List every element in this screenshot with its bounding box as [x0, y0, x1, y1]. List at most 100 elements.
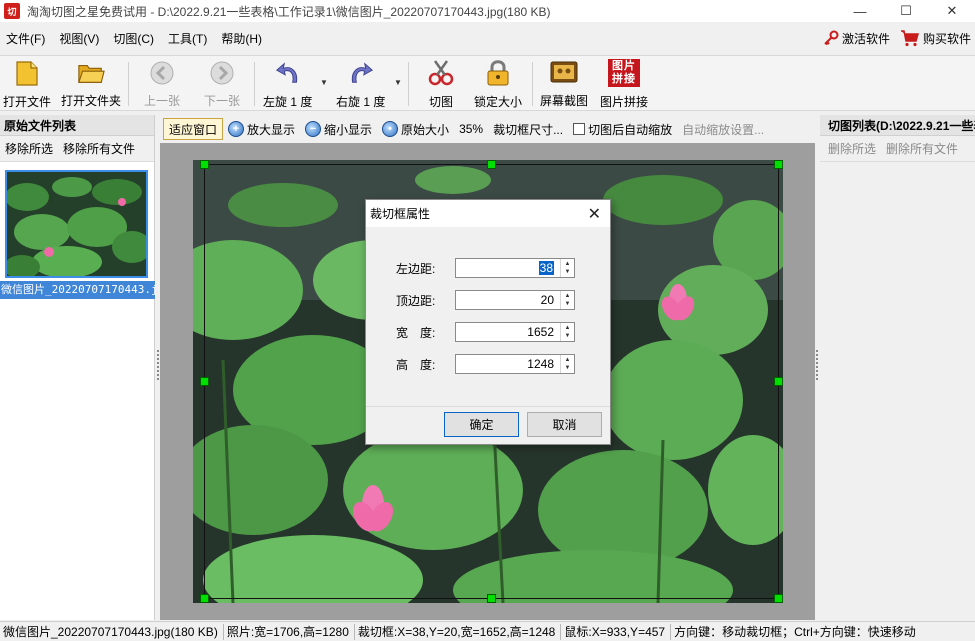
crop-handle-bottom-right[interactable]: [774, 594, 783, 603]
rotate-left-dropdown-icon[interactable]: ▼: [320, 78, 328, 87]
spin-up-icon[interactable]: ▲: [565, 260, 571, 268]
width-row: 宽 度: 1652 ▲ ▼: [396, 322, 581, 342]
zoom-out-button[interactable]: − 缩小显示: [300, 118, 377, 140]
cut-image-button[interactable]: 切图: [427, 59, 455, 109]
cancel-button[interactable]: 取消: [527, 412, 602, 437]
zoom-in-icon: +: [228, 121, 245, 137]
spin-down-icon[interactable]: ▼: [565, 268, 571, 276]
toolbar: 打开文件 打开文件夹 上一张 下一张 左旋 1 度 ▼ 右旋 1 度 ▼ 切图 …: [0, 55, 975, 111]
delete-all-files-link[interactable]: 删除所有文件: [886, 140, 958, 157]
file-thumbnail-label[interactable]: 微信图片_20220707170443.jpg: [0, 281, 155, 299]
open-file-button[interactable]: 打开文件: [3, 59, 51, 109]
crop-handle-bottom[interactable]: [487, 594, 496, 603]
crop-handle-left[interactable]: [200, 377, 209, 386]
image-stitch-button[interactable]: 图片拼接 图片拼接: [600, 59, 648, 109]
image-stitch-icon: 图片拼接: [607, 59, 641, 87]
crop-handle-top[interactable]: [487, 160, 496, 169]
crop-size-button[interactable]: 裁切框尺寸...: [488, 118, 568, 140]
crop-handle-top-right[interactable]: [774, 160, 783, 169]
activate-software-button[interactable]: 激活软件: [823, 30, 890, 47]
cut-image-label: 切图: [428, 95, 453, 109]
dialog-close-icon[interactable]: ✕: [588, 204, 601, 224]
open-folder-button[interactable]: 打开文件夹: [61, 59, 121, 109]
spin-down-icon[interactable]: ▼: [565, 300, 571, 308]
dialog-title: 裁切框属性: [370, 207, 431, 221]
close-window-button[interactable]: ✕: [929, 0, 975, 22]
menu-help[interactable]: 帮助(H): [214, 30, 269, 47]
source-file-panel: 原始文件列表 移除所选 移除所有文件 微信图片_20220707170443.j…: [0, 115, 155, 620]
source-file-actions: 移除所选 移除所有文件: [0, 136, 154, 162]
maximize-button[interactable]: ☐: [883, 0, 929, 22]
checkbox-icon: [573, 123, 586, 135]
height-row: 高 度: 1248 ▲ ▼: [396, 354, 581, 374]
spin-down-icon[interactable]: ▼: [565, 332, 571, 340]
spin-down-icon[interactable]: ▼: [565, 364, 571, 372]
original-size-button[interactable]: • 原始大小: [377, 118, 454, 140]
menu-cut[interactable]: 切图(C): [106, 30, 161, 47]
menu-view[interactable]: 视图(V): [52, 30, 106, 47]
status-file: 微信图片_20220707170443.jpg(180 KB): [0, 623, 224, 640]
screenshot-button[interactable]: 屏幕截图: [540, 59, 588, 109]
crop-handle-top-left[interactable]: [200, 160, 209, 169]
screenshot-label: 屏幕截图: [540, 94, 589, 108]
left-margin-input[interactable]: 38 ▲ ▼: [455, 258, 575, 278]
toolbar-separator: [532, 62, 533, 106]
toolbar-separator: [408, 62, 409, 106]
remove-selected-link[interactable]: 移除所选: [5, 140, 53, 157]
file-thumbnail[interactable]: [5, 170, 148, 278]
spin-up-icon[interactable]: ▲: [565, 356, 571, 364]
ok-button[interactable]: 确定: [444, 412, 519, 437]
fit-window-button[interactable]: 适应窗口: [163, 118, 224, 140]
top-margin-label: 顶边距:: [396, 293, 436, 308]
auto-zoom-settings-button[interactable]: 自动缩放设置...: [677, 118, 769, 140]
top-margin-input[interactable]: 20 ▲ ▼: [455, 290, 575, 310]
previous-image-button[interactable]: 上一张: [144, 59, 180, 109]
folder-icon: [77, 59, 105, 86]
arrow-left-icon: [148, 59, 176, 86]
auto-zoom-checkbox[interactable]: 切图后自动缩放: [568, 118, 677, 140]
toolbar-separator: [254, 62, 255, 106]
source-file-list-title: 原始文件列表: [0, 115, 154, 136]
next-image-label: 下一张: [204, 94, 241, 108]
file-icon: [13, 59, 41, 87]
scissors-icon: [427, 59, 455, 87]
top-margin-spinner[interactable]: ▲ ▼: [560, 291, 574, 309]
toolbar-separator: [128, 62, 129, 106]
buy-software-button[interactable]: 购买软件: [900, 29, 971, 47]
crop-handle-right[interactable]: [774, 377, 783, 386]
rotate-left-button[interactable]: 左旋 1 度: [263, 59, 312, 109]
rotate-left-label: 左旋 1 度: [263, 95, 313, 109]
status-hint: 方向键：移动裁切框；Ctrl+方向键：快速移动: [674, 624, 916, 639]
zoom-in-button[interactable]: + 放大显示: [223, 118, 300, 140]
top-margin-row: 顶边距: 20 ▲ ▼: [396, 290, 581, 310]
delete-selected-link[interactable]: 删除所选: [828, 140, 876, 157]
menu-file[interactable]: 文件(F): [0, 30, 52, 47]
open-file-label: 打开文件: [3, 95, 52, 109]
activate-label: 激活软件: [841, 31, 890, 46]
rotate-right-dropdown-icon[interactable]: ▼: [394, 78, 402, 87]
magnifier-icon: •: [382, 121, 399, 137]
spin-up-icon[interactable]: ▲: [565, 292, 571, 300]
spin-up-icon[interactable]: ▲: [565, 324, 571, 332]
width-input[interactable]: 1652 ▲ ▼: [455, 322, 575, 342]
rotate-left-icon: [274, 59, 302, 87]
remove-all-files-link[interactable]: 移除所有文件: [63, 140, 135, 157]
view-toolbar: 适应窗口 + 放大显示 − 缩小显示 • 原始大小 35% 裁切框尺寸... 切…: [160, 115, 815, 143]
minimize-button[interactable]: —: [837, 0, 883, 22]
app-logo-icon: 切: [4, 3, 20, 19]
lock-icon: [484, 59, 512, 87]
right-splitter[interactable]: [815, 115, 819, 620]
open-folder-label: 打开文件夹: [61, 94, 122, 108]
buy-label: 购买软件: [922, 31, 971, 46]
left-margin-spinner[interactable]: ▲ ▼: [560, 259, 574, 277]
previous-image-label: 上一张: [144, 94, 181, 108]
crop-handle-bottom-left[interactable]: [200, 594, 209, 603]
next-image-button[interactable]: 下一张: [204, 59, 240, 109]
height-input[interactable]: 1248 ▲ ▼: [455, 354, 575, 374]
rotate-right-button[interactable]: 右旋 1 度: [336, 59, 385, 109]
lock-size-button[interactable]: 锁定大小: [474, 59, 522, 109]
crop-frame-properties-dialog: 裁切框属性 ✕ 左边距: 38 ▲ ▼ 顶边距: 20 ▲ ▼ 宽 度: 1652 …: [365, 199, 611, 445]
height-spinner[interactable]: ▲ ▼: [560, 355, 574, 373]
width-spinner[interactable]: ▲ ▼: [560, 323, 574, 341]
menu-tools[interactable]: 工具(T): [161, 30, 214, 47]
